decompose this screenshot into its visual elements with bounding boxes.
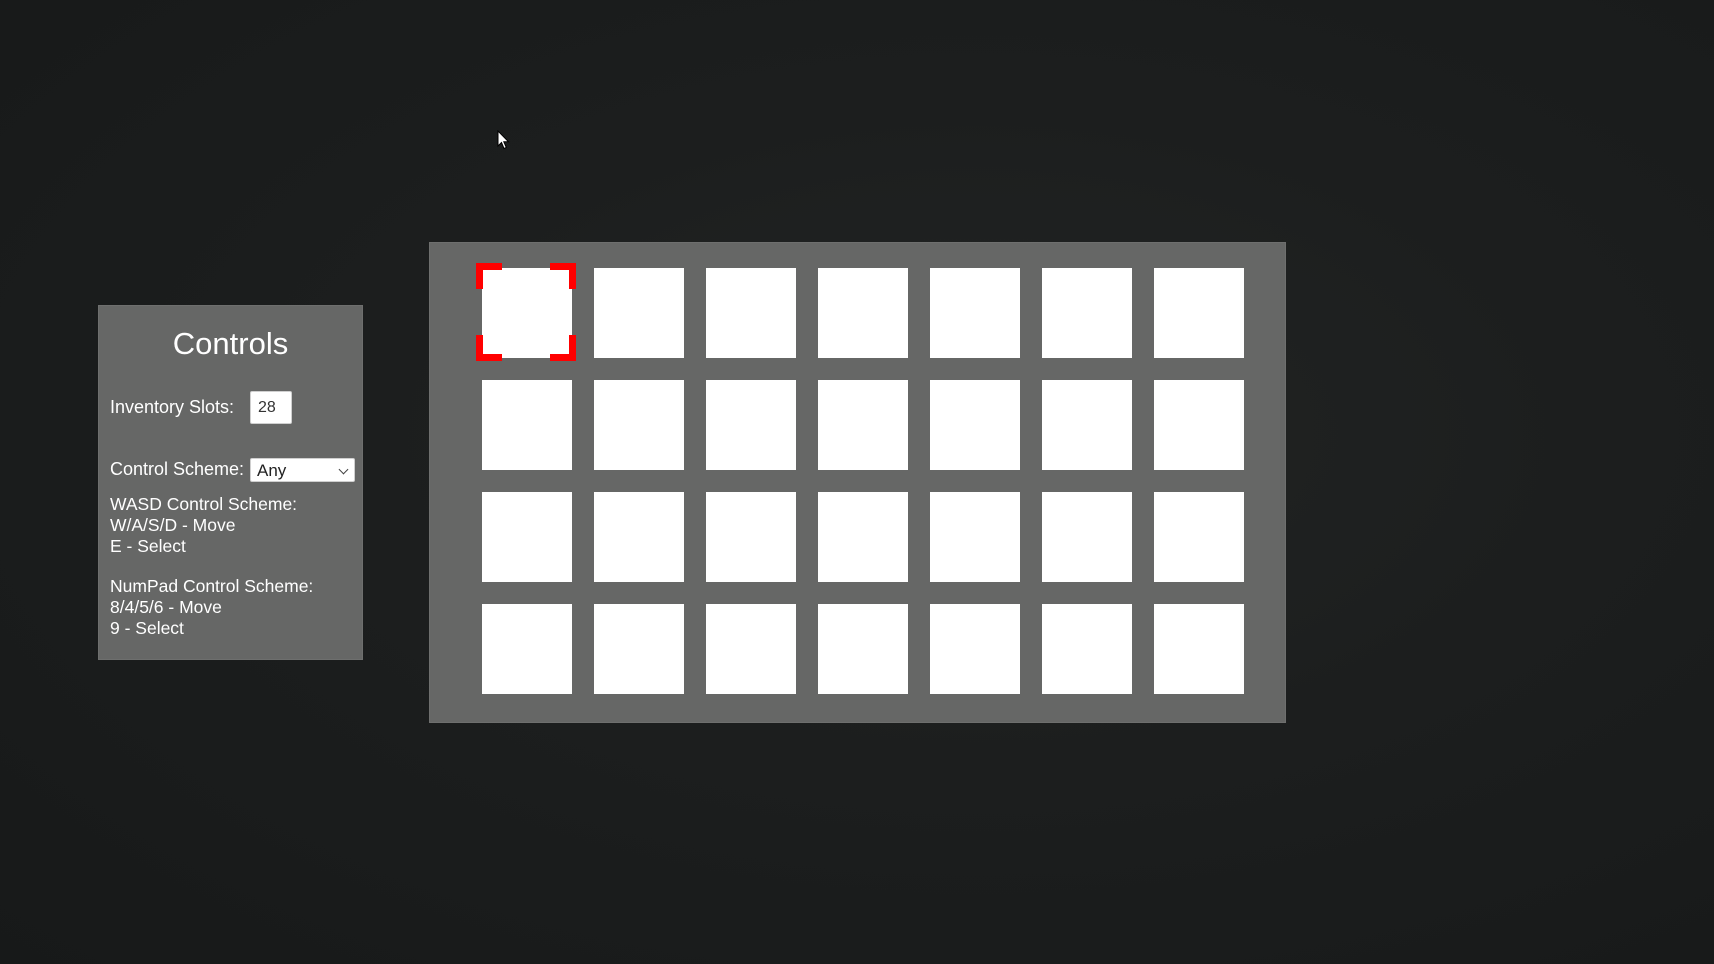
inventory-slot-13[interactable] [1042, 380, 1132, 470]
control-scheme-dropdown[interactable]: Any [250, 458, 355, 482]
inventory-slot-22[interactable] [482, 604, 572, 694]
slot-selector-cursor [476, 263, 576, 361]
numpad-scheme-info: NumPad Control Scheme: 8/4/5/6 - Move 9 … [110, 576, 313, 639]
inventory-slot-7[interactable] [1154, 268, 1244, 358]
chevron-down-icon [338, 464, 349, 475]
inventory-slot-5[interactable] [930, 268, 1020, 358]
inventory-slot-8[interactable] [482, 380, 572, 470]
inventory-slot-23[interactable] [594, 604, 684, 694]
numpad-select-instruction: 9 - Select [110, 618, 184, 638]
control-scheme-selected-value: Any [257, 461, 287, 480]
wasd-move-instruction: W/A/S/D - Move [110, 515, 236, 535]
inventory-slot-21[interactable] [1154, 492, 1244, 582]
inventory-slot-24[interactable] [706, 604, 796, 694]
inventory-slot-17[interactable] [706, 492, 796, 582]
selector-corner-top-right [550, 263, 576, 289]
inventory-slot-12[interactable] [930, 380, 1020, 470]
numpad-move-instruction: 8/4/5/6 - Move [110, 597, 222, 617]
inventory-slot-19[interactable] [930, 492, 1020, 582]
inventory-slots-label: Inventory Slots: [110, 397, 235, 417]
inventory-slot-18[interactable] [818, 492, 908, 582]
inventory-slots-input[interactable]: 28 [250, 391, 292, 424]
selector-corner-bottom-left [476, 335, 502, 361]
wasd-select-instruction: E - Select [110, 536, 186, 556]
inventory-slot-14[interactable] [1154, 380, 1244, 470]
mouse-cursor-icon [497, 130, 510, 150]
inventory-slot-27[interactable] [1042, 604, 1132, 694]
selector-corner-bottom-right [550, 335, 576, 361]
inventory-slot-26[interactable] [930, 604, 1020, 694]
controls-title: Controls [172, 326, 289, 361]
inventory-slot-25[interactable] [818, 604, 908, 694]
inventory-slot-15[interactable] [482, 492, 572, 582]
controls-panel: Controls Inventory Slots: 28 Control Sch… [98, 305, 363, 660]
inventory-slot-4[interactable] [818, 268, 908, 358]
inventory-slot-28[interactable] [1154, 604, 1244, 694]
inventory-slot-11[interactable] [818, 380, 908, 470]
numpad-scheme-heading: NumPad Control Scheme: [110, 576, 314, 596]
inventory-slot-2[interactable] [594, 268, 684, 358]
selector-corner-top-left [476, 263, 502, 289]
inventory-slot-20[interactable] [1042, 492, 1132, 582]
wasd-scheme-heading: WASD Control Scheme: [110, 494, 298, 514]
inventory-slot-6[interactable] [1042, 268, 1132, 358]
inventory-slot-3[interactable] [706, 268, 796, 358]
wasd-scheme-info: WASD Control Scheme: W/A/S/D - Move E - … [110, 494, 297, 557]
inventory-slot-9[interactable] [594, 380, 684, 470]
inventory-slot-16[interactable] [594, 492, 684, 582]
control-scheme-label: Control Scheme: [110, 459, 245, 479]
inventory-slot-10[interactable] [706, 380, 796, 470]
